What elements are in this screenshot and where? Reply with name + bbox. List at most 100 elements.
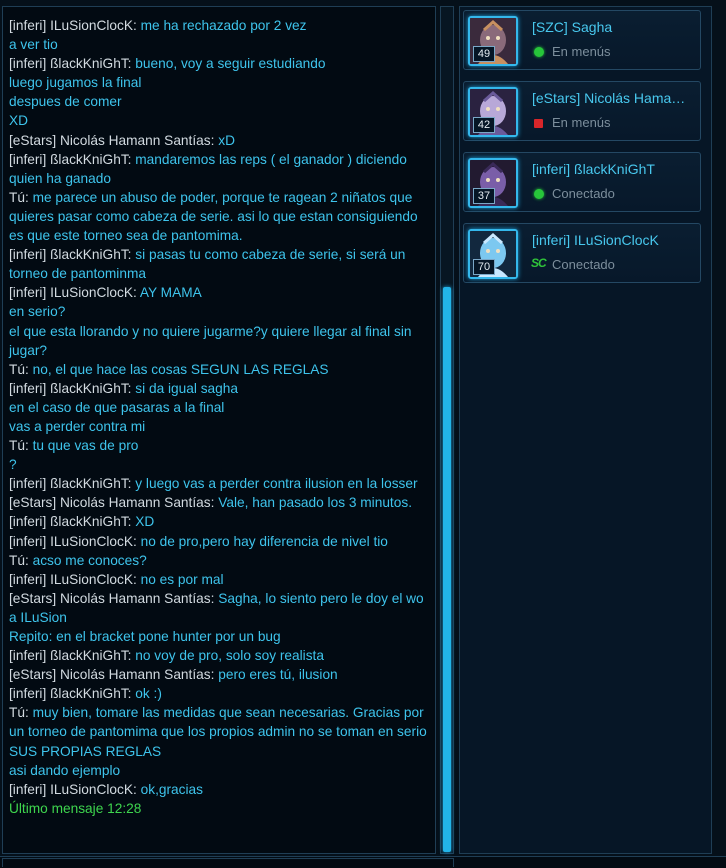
message-sender[interactable]: [eStars] Nicolás Hamann Santías: <box>9 495 214 510</box>
chat-message: [inferi] ßlackKniGhT: mandaremos las rep… <box>9 150 431 188</box>
chat-message: en serio? <box>9 302 431 321</box>
message-sender[interactable]: [inferi] ILuSionClocK: <box>9 18 137 33</box>
message-sender[interactable]: Tú: <box>9 190 29 205</box>
chat-message: [inferi] ILuSionClocK: ok,gracias <box>9 780 431 799</box>
chat-message: [eStars] Nicolás Hamann Santías: Vale, h… <box>9 493 431 512</box>
friend-portrait[interactable]: 42 <box>468 87 518 137</box>
last-message-timestamp: Último mensaje 12:28 <box>9 800 142 816</box>
friend-portrait[interactable]: 70 <box>468 229 518 279</box>
chat-message: [eStars] Nicolás Hamann Santías: xD <box>9 131 431 150</box>
message-text: en serio? <box>9 304 66 320</box>
message-sender[interactable]: Tú: <box>9 705 29 720</box>
message-text: no de pro,pero hay diferencia de nivel t… <box>140 533 388 549</box>
message-sender[interactable]: [eStars] Nicolás Hamann Santías: <box>9 591 214 606</box>
chat-message: [inferi] ßlackKniGhT: XD <box>9 512 431 531</box>
chat-message: en el caso de que pasaras a la final <box>9 398 431 417</box>
message-text: no voy de pro, solo soy realista <box>135 648 324 664</box>
message-sender[interactable]: [eStars] Nicolás Hamann Santías: <box>9 133 214 148</box>
message-text: ? <box>9 457 17 473</box>
chat-input[interactable] <box>2 858 454 867</box>
chat-panel: [inferi] ILuSionClocK: me ha rechazado p… <box>2 6 436 854</box>
friend-status-text: En menús <box>552 115 611 130</box>
friend-card[interactable]: 42 [eStars] Nicolás Hamann Santías En menú… <box>463 81 701 141</box>
chat-message: [inferi] ILuSionClocK: me ha rechazado p… <box>9 16 431 35</box>
message-sender[interactable]: [inferi] ILuSionClocK: <box>9 534 137 549</box>
message-sender[interactable]: [inferi] ßlackKniGhT: <box>9 56 131 71</box>
chat-message: Tú: muy bien, tomare las medidas que sea… <box>9 703 431 760</box>
message-text: el que esta llorando y no quiere jugarme… <box>9 323 412 358</box>
friend-card[interactable]: 49 [SZC] Sagha En menús <box>463 10 701 70</box>
friend-name[interactable]: [inferi] ILuSionClocK <box>532 232 692 248</box>
friend-name[interactable]: [inferi] ßlackKniGhT <box>532 161 692 177</box>
message-sender[interactable]: [eStars] Nicolás Hamann Santías: <box>9 667 214 682</box>
chat-scrollbar-thumb[interactable] <box>443 287 451 852</box>
sc2-game-icon: SC <box>531 256 547 270</box>
chat-message: [inferi] ßlackKniGhT: bueno, voy a segui… <box>9 54 431 73</box>
message-text: y luego vas a perder contra ilusion en l… <box>135 476 418 492</box>
chat-message: a ver tio <box>9 35 431 54</box>
chat-message: Tú: no, el que hace las cosas SEGUN LAS … <box>9 360 431 379</box>
chat-message: [inferi] ILuSionClocK: no de pro,pero ha… <box>9 532 431 551</box>
chat-message: [inferi] ILuSionClocK: no es por mal <box>9 570 431 589</box>
chat-message: [eStars] Nicolás Hamann Santías: Sagha, … <box>9 589 431 627</box>
friend-card[interactable]: 37 [inferi] ßlackKniGhT Conectado <box>463 152 701 212</box>
level-badge: 70 <box>473 259 495 275</box>
message-sender[interactable]: Tú: <box>9 362 29 377</box>
friend-name[interactable]: [SZC] Sagha <box>532 19 692 35</box>
message-text: tu que vas de pro <box>32 438 139 454</box>
message-text: xD <box>218 132 235 148</box>
chat-message: [inferi] ILuSionClocK: AY MAMA <box>9 283 431 302</box>
chat-message: [eStars] Nicolás Hamann Santías: pero er… <box>9 665 431 684</box>
chat-message: Tú: me parece un abuso de poder, porque … <box>9 188 431 245</box>
message-text: acso me conoces? <box>32 552 147 568</box>
chat-message: Repito: en el bracket pone hunter por un… <box>9 627 431 646</box>
message-sender[interactable]: [inferi] ILuSionClocK: <box>9 572 137 587</box>
green-dot-icon <box>534 189 544 199</box>
chat-message: [inferi] ßlackKniGhT: ok :) <box>9 684 431 703</box>
message-sender[interactable]: [inferi] ILuSionClocK: <box>9 285 137 300</box>
friends-list: 49 [SZC] Sagha En menús 42 [eStars] Nicolás … <box>459 6 712 854</box>
message-sender[interactable]: [inferi] ILuSionClocK: <box>9 782 137 797</box>
message-text: a ver tio <box>9 37 58 53</box>
red-square-icon <box>534 119 543 128</box>
message-sender[interactable]: [inferi] ßlackKniGhT: <box>9 648 131 663</box>
chat-message: despues de comer <box>9 92 431 111</box>
chat-message: [inferi] ßlackKniGhT: si da igual sagha <box>9 379 431 398</box>
message-sender[interactable]: [inferi] ßlackKniGhT: <box>9 686 131 701</box>
message-text: no es por mal <box>140 571 224 587</box>
level-badge: 37 <box>473 188 495 204</box>
chat-message: asi dando ejemplo <box>9 761 431 780</box>
message-sender[interactable]: [inferi] ßlackKniGhT: <box>9 476 131 491</box>
chat-message: ? <box>9 455 431 474</box>
level-badge: 49 <box>473 46 495 62</box>
chat-message: [inferi] ßlackKniGhT: y luego vas a perd… <box>9 474 431 493</box>
message-text: ok,gracias <box>140 781 204 797</box>
message-text: XD <box>135 514 155 530</box>
chat-scrollbar[interactable] <box>440 6 454 854</box>
message-text: despues de comer <box>9 94 122 110</box>
message-text: me parece un abuso de poder, porque te r… <box>9 189 418 244</box>
friend-name[interactable]: [eStars] Nicolás Hamann Santías <box>532 90 692 106</box>
friend-portrait[interactable]: 37 <box>468 158 518 208</box>
message-sender[interactable]: [inferi] ßlackKniGhT: <box>9 152 131 167</box>
chat-message: XD <box>9 111 431 130</box>
friend-portrait[interactable]: 49 <box>468 16 518 66</box>
message-text: muy bien, tomare las medidas que sean ne… <box>9 705 427 759</box>
message-sender[interactable]: Tú: <box>9 438 29 453</box>
message-sender[interactable]: [inferi] ßlackKniGhT: <box>9 247 131 262</box>
message-text: me ha rechazado por 2 vez <box>140 18 307 33</box>
message-sender[interactable]: Tú: <box>9 553 29 568</box>
message-text: ok :) <box>135 686 162 702</box>
message-text: si da igual sagha <box>135 380 239 396</box>
message-text: no, el que hace las cosas SEGUN LAS REGL… <box>32 361 329 377</box>
message-text: bueno, voy a seguir estudiando <box>135 56 326 72</box>
message-sender[interactable]: [inferi] ßlackKniGhT: <box>9 514 131 529</box>
message-sender[interactable]: [inferi] ßlackKniGhT: <box>9 381 131 396</box>
chat-message: luego jugamos la final <box>9 73 431 92</box>
message-text: XD <box>9 113 29 129</box>
green-dot-icon <box>534 47 544 57</box>
friend-card[interactable]: 70 [inferi] ILuSionClocK SC Conectado <box>463 223 701 283</box>
message-text: asi dando ejemplo <box>9 762 121 778</box>
chat-message: vas a perder contra mi <box>9 417 431 436</box>
chat-message: Tú: tu que vas de pro <box>9 436 431 455</box>
